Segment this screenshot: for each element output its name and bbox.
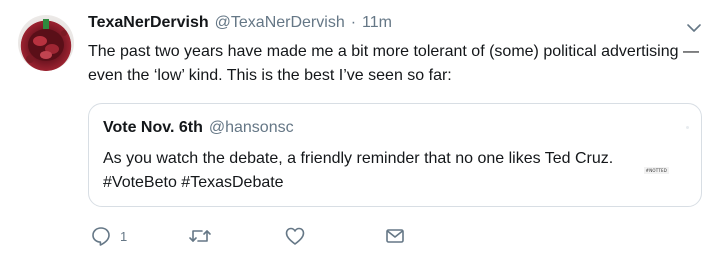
tweet-actions: 1 [88, 222, 688, 250]
tweet[interactable]: TexaNerDervish @TexaNerDervish · 11m The… [0, 0, 720, 259]
retweet-icon [189, 230, 211, 242]
reply-count: 1 [120, 228, 128, 244]
quoted-media-thumbnail [686, 126, 689, 129]
quoted-tweet[interactable]: Vote Nov. 6th @hansonsc As you watch the… [88, 103, 702, 207]
quoted-tweet-text: As you watch the debate, a friendly remi… [103, 150, 614, 191]
quoted-user-handle: @hansonsc [208, 119, 294, 136]
quoted-display-name: Vote Nov. 6th [103, 119, 203, 136]
avatar-image [26, 19, 67, 63]
envelope-icon [386, 229, 404, 243]
quoted-tweet-header: Vote Nov. 6th @hansonsc [103, 119, 294, 137]
direct-message-button[interactable] [384, 222, 406, 250]
reply-button[interactable]: 1 [90, 222, 127, 250]
tweet-header: TexaNerDervish @TexaNerDervish · 11m [88, 14, 392, 38]
like-button[interactable] [284, 222, 314, 250]
chevron-down-icon[interactable] [686, 20, 702, 36]
heart-icon [285, 227, 305, 245]
user-handle[interactable]: @TexaNerDervish [215, 14, 345, 32]
quoted-media-tag: #NOTTED [643, 167, 669, 174]
reply-icon [92, 227, 110, 246]
retweet-button[interactable] [188, 222, 220, 250]
timestamp[interactable]: 11m [362, 14, 392, 32]
display-name[interactable]: TexaNerDervish [88, 14, 209, 32]
avatar[interactable] [18, 15, 74, 71]
time-separator: · [350, 14, 357, 31]
tweet-text: The past two years have made me a bit mo… [88, 43, 699, 84]
